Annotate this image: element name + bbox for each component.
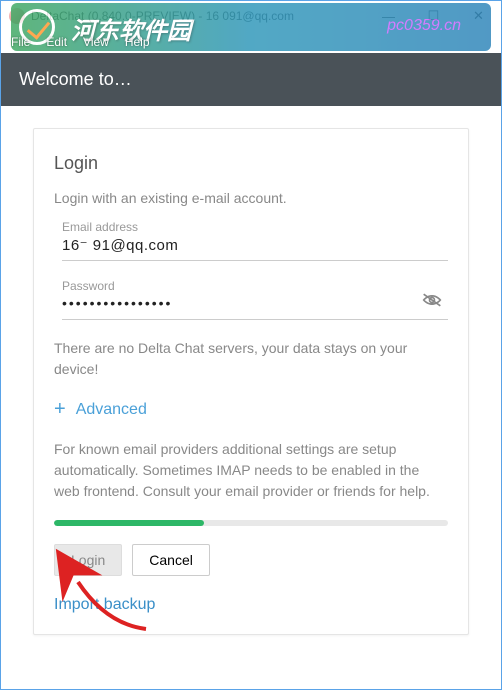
- password-field-wrapper: Password ••••••••••••••••: [62, 279, 448, 320]
- maximize-button[interactable]: ☐: [411, 1, 456, 31]
- menu-file[interactable]: File: [5, 33, 36, 51]
- advanced-label: Advanced: [76, 401, 147, 419]
- header-title: Welcome to…: [19, 69, 132, 89]
- app-icon: [9, 8, 25, 24]
- welcome-header: Welcome to…: [1, 53, 501, 106]
- login-card: Login Login with an existing e-mail acco…: [33, 128, 469, 635]
- email-label: Email address: [62, 220, 448, 234]
- progress-bar: [54, 520, 204, 526]
- button-row: Login Cancel: [54, 544, 448, 576]
- import-backup-link[interactable]: Import backup: [54, 596, 155, 614]
- password-label: Password: [62, 279, 448, 293]
- menu-help[interactable]: Help: [119, 33, 156, 51]
- password-input[interactable]: ••••••••••••••••: [62, 295, 448, 315]
- login-button[interactable]: Login: [54, 544, 122, 576]
- window-title: DeltaChat (0.840.0-PREVIEW) - 16 091@qq.…: [31, 9, 366, 23]
- menu-view[interactable]: View: [77, 33, 115, 51]
- login-heading: Login: [54, 153, 448, 174]
- email-input[interactable]: 16⁻ 91@qq.com: [62, 236, 448, 256]
- window-titlebar: DeltaChat (0.840.0-PREVIEW) - 16 091@qq.…: [1, 1, 501, 31]
- menu-edit[interactable]: Edit: [40, 33, 73, 51]
- minimize-button[interactable]: —: [366, 1, 411, 31]
- login-subtitle: Login with an existing e-mail account.: [54, 190, 448, 206]
- advanced-toggle[interactable]: + Advanced: [54, 398, 448, 421]
- provider-info-text: For known email providers additional set…: [54, 439, 448, 502]
- email-field-wrapper: Email address 16⁻ 91@qq.com: [62, 220, 448, 261]
- menu-bar: File Edit View Help: [1, 31, 501, 53]
- plus-icon: +: [54, 398, 66, 421]
- cancel-button[interactable]: Cancel: [132, 544, 210, 576]
- visibility-off-icon[interactable]: [422, 292, 442, 313]
- close-button[interactable]: ✕: [456, 1, 501, 31]
- server-info-text: There are no Delta Chat servers, your da…: [54, 338, 448, 380]
- progress-track: [54, 520, 448, 526]
